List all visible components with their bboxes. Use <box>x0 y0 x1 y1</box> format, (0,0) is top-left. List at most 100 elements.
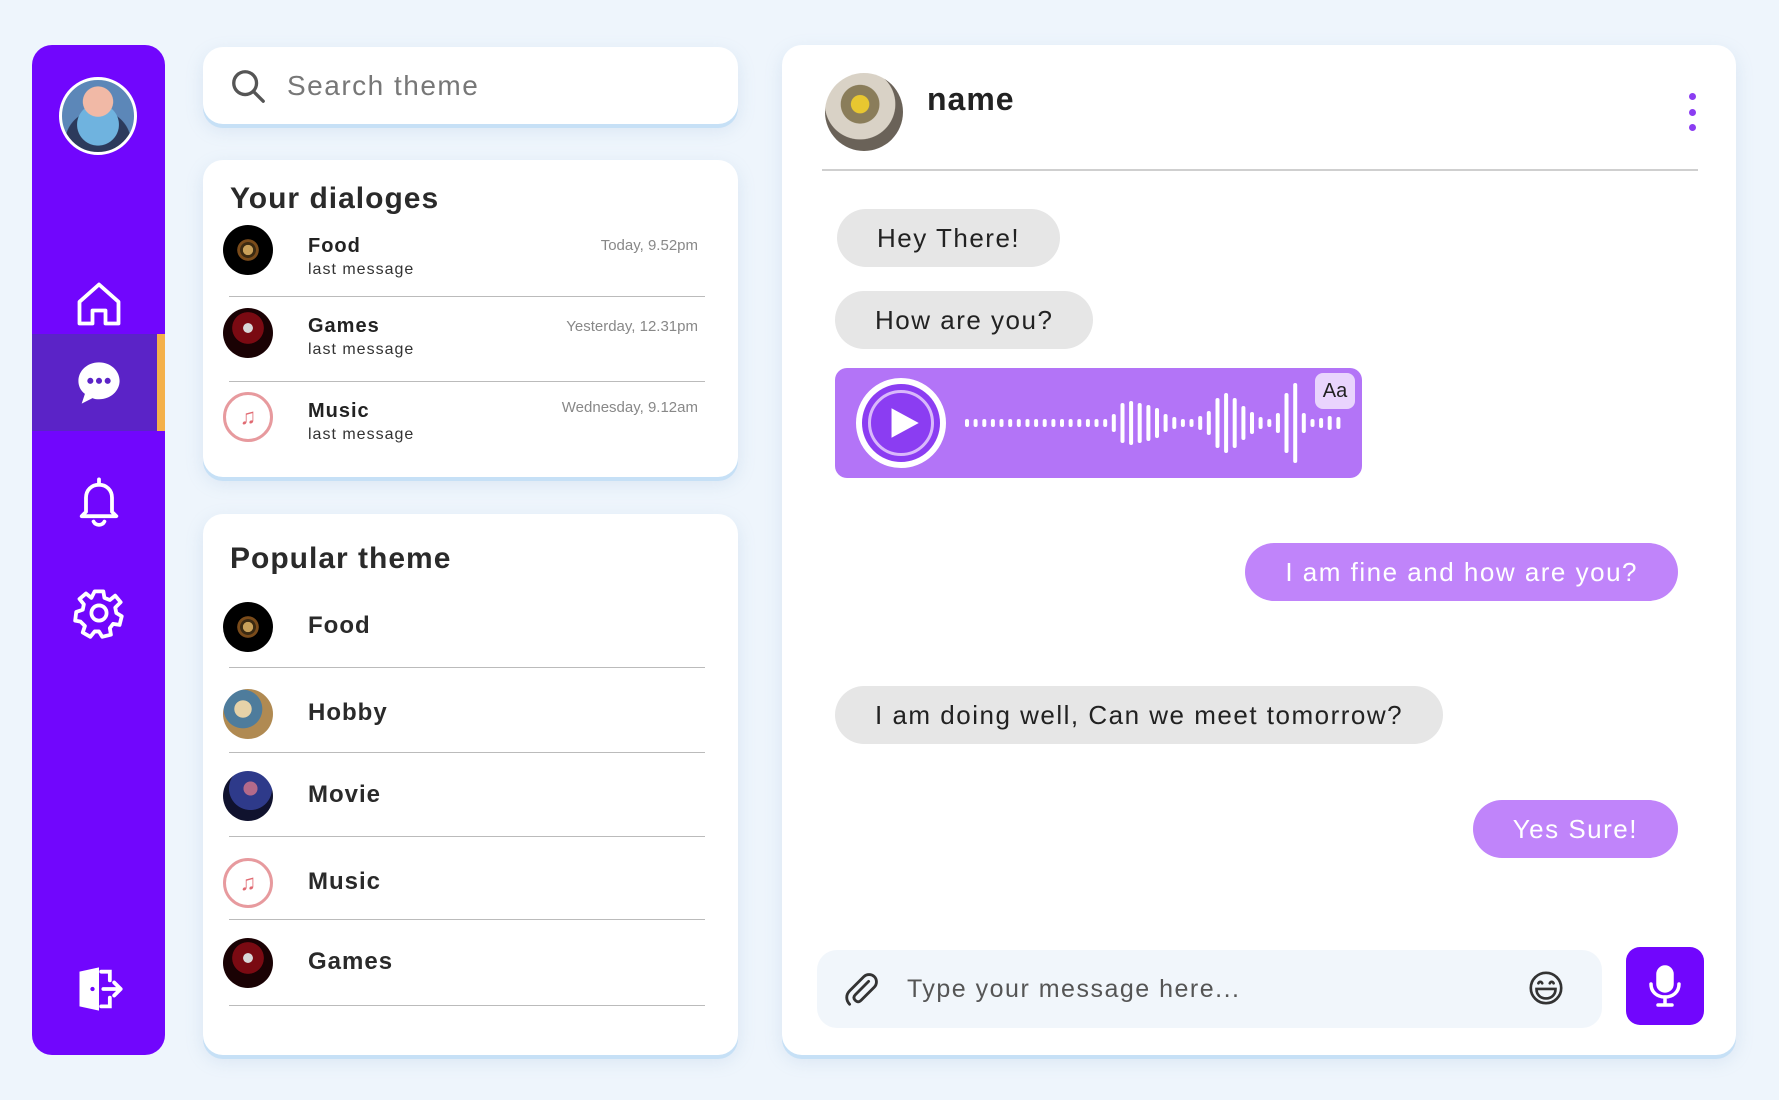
food-avatar <box>223 602 273 652</box>
waveform-bar <box>1025 419 1030 427</box>
waveform-bar <box>1163 414 1168 432</box>
waveform-bar <box>1198 416 1203 430</box>
music-note-icon: ♫ <box>239 870 257 895</box>
message-incoming: Hey There! <box>837 209 1061 267</box>
waveform-bar <box>1051 419 1056 427</box>
waveform-bar <box>1293 383 1298 463</box>
waveform-bar <box>1146 405 1151 441</box>
popular-name: Hobby <box>308 699 388 726</box>
waveform <box>965 383 1341 463</box>
waveform-bar <box>1042 419 1047 427</box>
gear-icon <box>72 588 124 639</box>
dialog-item-games[interactable]: Games last message Yesterday, 12.31pm <box>223 308 718 368</box>
nav-settings[interactable] <box>32 564 165 661</box>
dialog-name: Food <box>308 235 361 257</box>
waveform-bar <box>1224 393 1229 453</box>
home-icon <box>77 282 120 325</box>
waveform-bar <box>1215 398 1220 448</box>
paperclip-icon[interactable] <box>842 970 880 1008</box>
waveform-bar <box>1180 419 1185 427</box>
contact-name: name <box>927 81 1015 117</box>
waveform-bar <box>1111 414 1116 432</box>
waveform-bar <box>1327 416 1332 430</box>
emoji-icon[interactable] <box>1527 969 1565 1007</box>
contact-avatar[interactable] <box>825 73 903 151</box>
games-avatar <box>223 308 273 358</box>
more-options-icon[interactable] <box>1682 93 1702 131</box>
popular-item-games[interactable]: Games <box>223 938 718 990</box>
waveform-bar <box>1310 419 1315 427</box>
waveform-bar <box>1284 393 1289 453</box>
message-composer <box>817 950 1602 1028</box>
sidebar <box>32 45 165 1055</box>
chat-bubble-icon <box>77 361 120 404</box>
microphone-button[interactable] <box>1626 947 1704 1025</box>
bell-icon <box>79 476 118 527</box>
waveform-bar <box>1232 398 1237 448</box>
music-avatar: ♫ <box>223 858 273 908</box>
message-outgoing: I am fine and how are you? <box>1245 543 1678 601</box>
play-button[interactable] <box>856 378 946 468</box>
dialog-last-message: last message <box>308 261 415 278</box>
popular-item-movie[interactable]: Movie <box>223 771 718 823</box>
waveform-bar <box>1336 417 1341 429</box>
popular-title: Popular theme <box>230 542 452 575</box>
dialog-item-food[interactable]: Food last message Today, 9.52pm <box>223 225 718 285</box>
waveform-bar <box>1155 408 1159 438</box>
popular-item-music[interactable]: ♫ Music <box>223 858 718 910</box>
microphone-icon <box>1649 965 1681 1007</box>
games-avatar <box>223 938 273 988</box>
waveform-bar <box>1129 401 1134 445</box>
waveform-bar <box>1068 419 1073 427</box>
waveform-bar <box>1258 417 1263 429</box>
music-note-icon: ♫ <box>239 404 257 429</box>
dialog-name: Games <box>308 315 380 337</box>
logout-button[interactable] <box>32 940 165 1037</box>
divider <box>229 1005 705 1006</box>
logout-icon <box>79 966 123 1011</box>
divider <box>229 752 705 753</box>
message-outgoing: Yes Sure! <box>1472 800 1678 858</box>
search-icon <box>232 70 265 103</box>
waveform-bar <box>1077 419 1082 427</box>
divider <box>229 296 705 297</box>
popular-item-food[interactable]: Food <box>223 602 718 654</box>
nav-messages[interactable] <box>32 334 165 431</box>
divider <box>229 919 705 920</box>
dialogs-panel: Your dialoges Food last message Today, 9… <box>203 160 738 477</box>
dialog-last-message: last message <box>308 341 415 358</box>
dialog-time: Wednesday, 9.12am <box>561 399 698 416</box>
dialog-item-music[interactable]: ♫ Music last message Wednesday, 9.12am <box>223 392 718 452</box>
chat-panel: name Hey There! How are you? Aa I am fin… <box>782 45 1736 1055</box>
divider <box>229 667 705 668</box>
popular-name: Movie <box>308 781 382 808</box>
popular-name: Games <box>308 948 394 975</box>
waveform-bar <box>973 419 978 427</box>
divider <box>229 381 705 382</box>
waveform-bar <box>1206 411 1211 435</box>
dialogs-title: Your dialoges <box>230 182 440 215</box>
nav-notifications[interactable] <box>32 452 165 549</box>
waveform-bar <box>1189 419 1194 427</box>
divider <box>229 836 705 837</box>
user-avatar[interactable] <box>59 77 137 155</box>
popular-panel: Popular theme Food Hobby Movie ♫ Music G… <box>203 514 738 1055</box>
transcribe-button[interactable]: Aa <box>1315 373 1355 409</box>
waveform-bar <box>1241 406 1246 440</box>
waveform-bar <box>1060 419 1064 427</box>
dialog-time: Yesterday, 12.31pm <box>566 318 698 335</box>
popular-name: Music <box>308 868 382 895</box>
message-incoming: I am doing well, Can we meet tomorrow? <box>835 686 1444 744</box>
movie-avatar <box>223 771 273 821</box>
popular-name: Food <box>308 612 371 639</box>
waveform-bar <box>1016 419 1021 427</box>
search-input[interactable] <box>287 61 707 111</box>
waveform-bar <box>1250 412 1254 434</box>
popular-item-hobby[interactable]: Hobby <box>223 689 718 741</box>
waveform-bar <box>982 419 987 427</box>
waveform-bar <box>999 419 1004 427</box>
message-incoming: How are you? <box>835 291 1094 349</box>
message-input[interactable] <box>907 964 1507 1014</box>
waveform-bar <box>990 419 995 427</box>
waveform-bar <box>1267 419 1272 427</box>
